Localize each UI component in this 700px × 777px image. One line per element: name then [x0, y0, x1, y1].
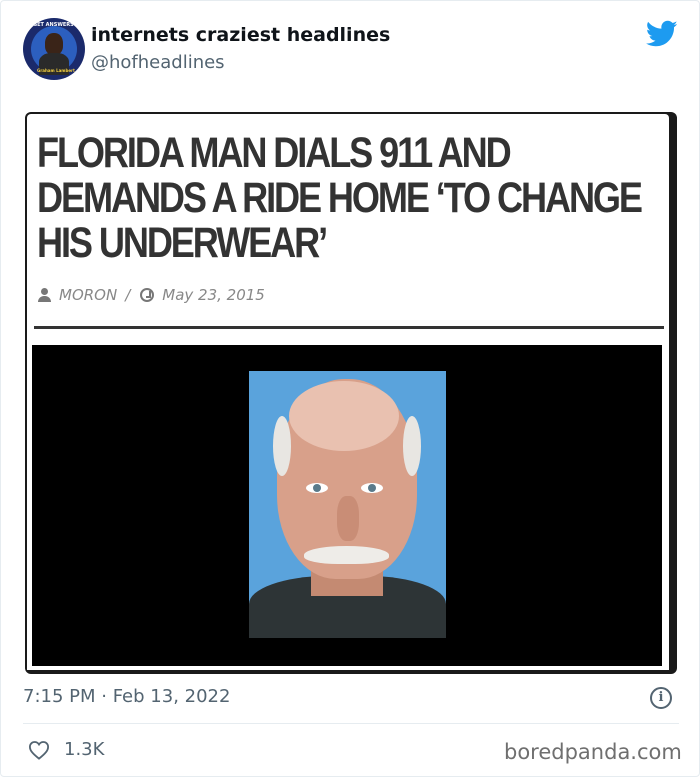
avatar-caption-bottom: Graham Lambert	[37, 68, 75, 73]
byline-separator: /	[125, 286, 131, 304]
user-icon	[37, 288, 51, 302]
article-media-frame	[32, 345, 662, 666]
like-count[interactable]: 1.3K	[64, 739, 104, 760]
info-icon[interactable]: i	[650, 687, 672, 709]
twitter-bird-icon[interactable]	[646, 20, 678, 48]
author-handle[interactable]: @hofheadlines	[91, 52, 225, 73]
mugshot-eye-left	[306, 483, 328, 493]
mugshot-nose	[337, 496, 359, 541]
article-page: FLORIDA MAN DIALS 911 AND DEMANDS A RIDE…	[27, 114, 669, 670]
headline-divider	[34, 326, 664, 329]
article-byline: MORON / May 23, 2015	[37, 286, 265, 304]
watermark: boredpanda.com	[504, 740, 682, 764]
mugshot-eye-right	[361, 483, 383, 493]
article-screenshot[interactable]: FLORIDA MAN DIALS 911 AND DEMANDS A RIDE…	[25, 112, 677, 674]
article-headline: FLORIDA MAN DIALS 911 AND DEMANDS A RIDE…	[37, 129, 643, 267]
article-date: May 23, 2015	[162, 286, 265, 304]
tweet-timestamp[interactable]: 7:15 PM · Feb 13, 2022	[23, 686, 230, 707]
avatar-face	[45, 33, 63, 55]
mugshot-hair-right	[403, 416, 421, 476]
avatar-caption-top: GET ANSWERS!	[33, 22, 76, 28]
mugshot-scalp	[289, 381, 399, 451]
tweet-card: GET ANSWERS! Graham Lambert internets cr…	[0, 0, 700, 777]
mugshot-hair-left	[273, 416, 291, 476]
clock-icon	[140, 288, 155, 302]
mugshot-photo	[249, 371, 446, 638]
author-avatar[interactable]: GET ANSWERS! Graham Lambert	[23, 18, 85, 80]
heart-icon[interactable]	[28, 740, 50, 760]
footer-divider	[23, 723, 679, 724]
author-display-name[interactable]: internets craziest headlines	[91, 24, 390, 46]
mugshot-mustache	[304, 546, 389, 564]
article-category: MORON	[59, 286, 118, 304]
